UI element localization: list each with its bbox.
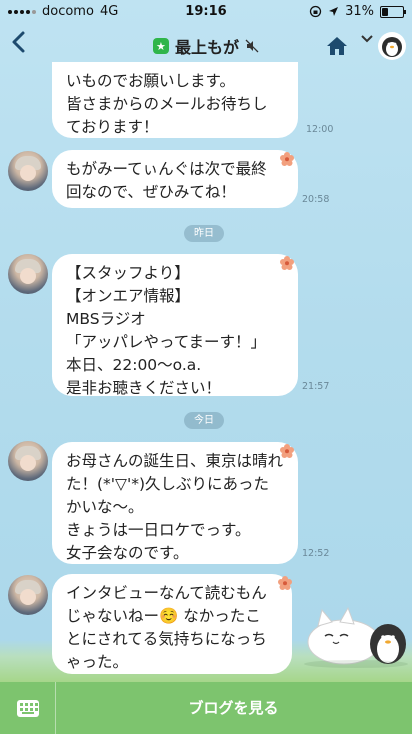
battery-icon: [380, 5, 406, 18]
location-arrow-icon: [329, 7, 339, 16]
avatar[interactable]: [8, 441, 48, 481]
view-blog-button[interactable]: ブログを見る: [55, 682, 412, 734]
chat-title[interactable]: 最上もが: [175, 34, 239, 58]
avatar[interactable]: [8, 151, 48, 191]
message-bubble[interactable]: もがみーてぃんぐは次で最終 回なので、ぜひみてね！: [52, 150, 298, 208]
message-time: 12:00: [306, 124, 334, 135]
flower-reaction-icon: [280, 444, 294, 458]
message-bubble[interactable]: いものでお願いします。 皆さまからのメールお待ちし ております！: [52, 62, 298, 138]
chat-header: ★ 最上もが: [0, 26, 412, 66]
orientation-lock-icon: [309, 5, 322, 18]
penguin-icon: [382, 37, 402, 57]
flower-reaction-icon: [278, 576, 292, 590]
message-time: 20:58: [302, 194, 330, 205]
message-time: 12:52: [302, 548, 330, 559]
date-separator: 昨日: [184, 225, 224, 242]
home-button[interactable]: [326, 36, 348, 60]
cat-penguin-sticker: [304, 606, 408, 668]
bottom-bar: ブログを見る: [0, 682, 412, 734]
avatar[interactable]: [8, 575, 48, 615]
penguin-avatar[interactable]: [378, 32, 406, 60]
avatar[interactable]: [8, 254, 48, 294]
status-bar: docomo 4G 19:16 31%: [0, 0, 412, 26]
home-icon: [327, 37, 347, 55]
flower-reaction-icon: [280, 256, 294, 270]
verified-star-icon: ★: [152, 38, 169, 54]
battery-fill: [382, 7, 389, 16]
keyboard-icon: [16, 699, 39, 717]
message-bubble[interactable]: 【スタッフより】 【オンエア情報】 MBSラジオ 「アッパレやってまーす！」 本…: [52, 254, 298, 397]
battery-percent: 31%: [345, 4, 374, 19]
menu-toggle-button[interactable]: [360, 32, 374, 48]
keyboard-toggle-button[interactable]: [0, 682, 56, 734]
message-bubble[interactable]: お母さんの誕生日、東京は晴れ た！(*'▽'*)久しぶりにあった かいな〜。 き…: [52, 442, 298, 564]
message-time: 21:57: [302, 381, 330, 392]
chevron-down-icon: [361, 35, 373, 43]
speaker-muted-icon: [245, 39, 259, 53]
message-bubble[interactable]: インタビューなんて読むもん じゃないねー☺️ なかったこ とにされてる気持ちにな…: [52, 574, 292, 674]
flower-reaction-icon: [280, 152, 294, 166]
date-separator: 今日: [184, 412, 224, 429]
